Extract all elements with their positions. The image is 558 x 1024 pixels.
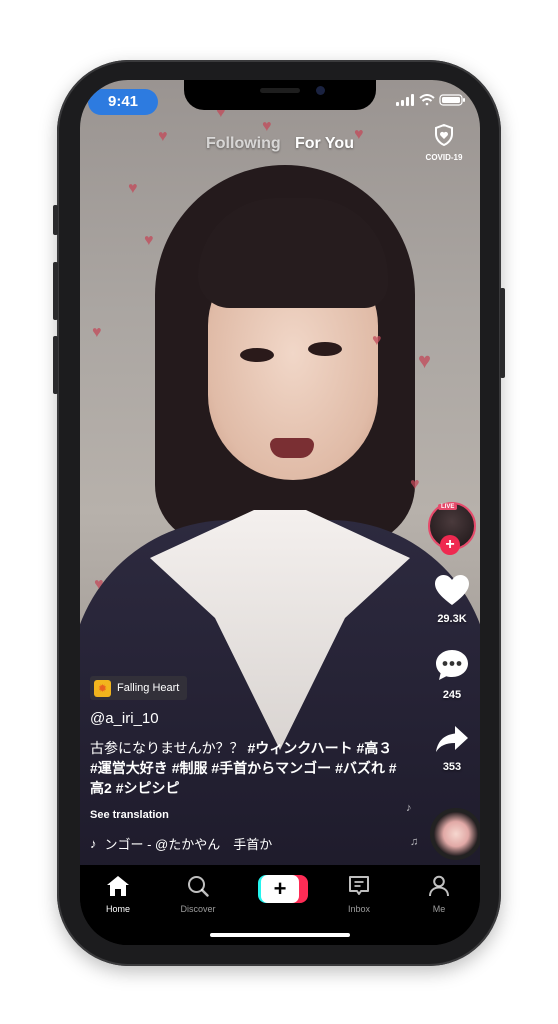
volume-up-button [53,262,58,320]
music-title: ンゴー - @たかやん 手首か [104,837,273,852]
hashtag[interactable]: #バズれ [335,760,385,776]
floating-note-icon: ♪ [406,802,412,814]
front-camera [316,86,325,95]
hashtag[interactable]: #制服 [172,760,208,776]
video-subject-mouth [270,438,314,458]
covid-info-button[interactable]: COVID-19 [422,123,466,162]
heart-effect-icon: ♥ [128,180,138,197]
follow-button[interactable]: + [440,535,460,555]
like-button[interactable]: 29.3K [426,574,478,625]
heart-effect-icon: ♥ [144,232,154,249]
share-button[interactable]: 353 [426,724,478,773]
comment-icon [436,650,468,680]
live-badge: LIVE [438,504,458,510]
music-ticker[interactable]: ♪ ンゴー - @たかやん 手首か [90,834,300,853]
phone-screen: ♥ ♥ ♥ ♥ ♥ ♥ ♥ ♥ ♥ ♥ ♥ 9:41 Following For… [80,80,480,945]
floating-note-icon: ♫ [410,836,419,848]
wifi-icon [419,94,435,106]
heart-effect-icon: ♥ [94,576,104,593]
volume-down-button [53,336,58,394]
tab-label: Inbox [347,904,371,914]
system-status-icons [396,94,465,106]
mute-switch [53,205,58,235]
heart-effect-icon: ♥ [410,476,420,493]
tab-label: Discover [180,904,216,914]
creator-username[interactable]: @a_iri_10 [90,710,159,727]
music-disc[interactable] [430,808,480,860]
hashtag[interactable]: #運営大好き [90,760,168,776]
signal-icon [396,94,414,106]
inbox-icon [349,876,369,895]
earpiece-speaker [260,88,300,93]
tab-label: Home [105,904,130,914]
feed-tabs: Following For You [80,135,480,159]
tab-me[interactable]: Me [407,875,471,914]
shield-icon [435,123,453,147]
see-translation-link[interactable]: See translation [90,809,169,821]
caption-text: 古参になりませんか？？ [90,740,244,756]
notch [184,80,376,110]
heart-effect-icon: ♥ [92,324,102,341]
effect-label: Falling Heart [117,682,180,694]
battery-icon [439,94,465,106]
heart-effect-icon: ♥ [372,332,382,349]
video-caption: 古参になりませんか？？ #ウィンクハート #高３ #運営大好き #制服 #手首か… [90,738,400,798]
tab-for-you[interactable]: For You [295,135,354,153]
search-icon [188,876,209,897]
video-subject-eye-right [308,342,342,356]
comment-button[interactable]: 245 [426,648,478,701]
comment-count: 245 [442,689,462,701]
video-subject-eye-left [240,348,274,362]
tab-following[interactable]: Following [206,135,281,153]
share-count: 353 [442,761,462,773]
power-button [500,288,505,378]
music-note-icon: ♪ [90,836,97,851]
plus-icon: + [261,875,299,903]
profile-icon [429,875,449,897]
home-indicator[interactable] [210,933,350,937]
tab-inbox[interactable]: Inbox [327,875,391,914]
create-button[interactable]: + [258,875,308,903]
tab-discover[interactable]: Discover [166,875,230,914]
covid-label: COVID-19 [425,153,463,162]
hashtag[interactable]: #ウィンクハート [247,740,352,756]
sun-icon: ✹ [94,679,111,697]
home-icon [107,876,129,896]
share-arrow-icon [436,726,468,752]
bottom-tab-bar: Home Discover + Inbox Me [80,865,480,945]
heart-icon [435,575,469,605]
status-time: 9:41 [107,93,139,110]
hashtag[interactable]: #手首からマンゴー [211,760,331,776]
hashtag[interactable]: #シピシピ [116,780,180,796]
tab-home[interactable]: Home [86,875,150,914]
tab-label: Me [432,904,446,914]
status-bar: 9:41 [80,80,480,115]
like-count: 29.3K [437,613,467,625]
heart-effect-icon: ♥ [262,118,272,135]
effect-tag[interactable]: ✹ Falling Heart [90,676,188,700]
hashtag[interactable]: #高３ [356,740,392,756]
heart-effect-icon: ♥ [418,348,432,373]
